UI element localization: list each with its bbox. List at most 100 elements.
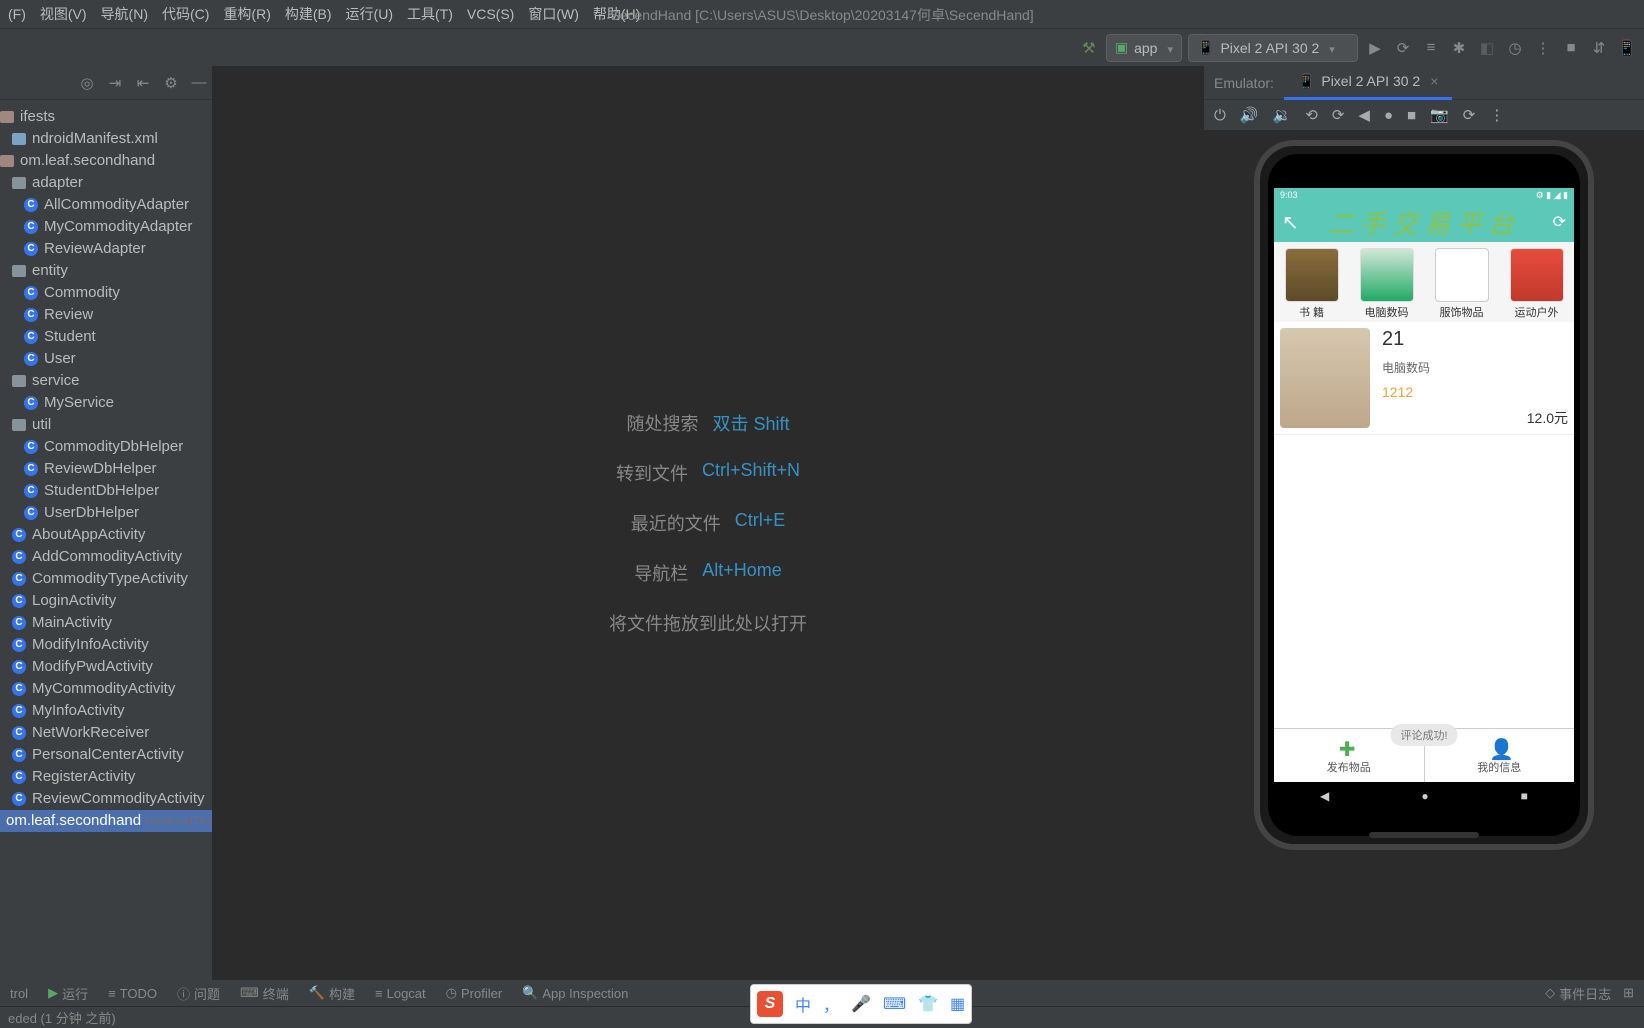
emulator-tab[interactable]: 📱 Pixel 2 API 30 2 × bbox=[1284, 66, 1452, 100]
sys-home-icon[interactable]: ● bbox=[1421, 789, 1428, 803]
ime-voice-icon[interactable]: 🎤 bbox=[851, 994, 871, 1014]
tw-app-inspection[interactable]: 🔍App Inspection bbox=[522, 985, 628, 1001]
screenshot-icon[interactable]: 📷 bbox=[1430, 106, 1449, 124]
tw-layout[interactable]: ⊞ bbox=[1623, 985, 1634, 1001]
menu-build[interactable]: 构建(B) bbox=[285, 4, 332, 24]
tree-node[interactable]: CLoginActivity bbox=[0, 590, 212, 612]
ime-punct-icon[interactable]: ， bbox=[823, 992, 839, 1016]
tree-node[interactable]: CReview bbox=[0, 304, 212, 326]
coverage-icon[interactable]: ◧ bbox=[1476, 37, 1498, 59]
profile-icon[interactable]: ◷ bbox=[1504, 37, 1526, 59]
more-icon[interactable]: ⋮ bbox=[1489, 106, 1504, 124]
debug-icon[interactable]: ✱ bbox=[1448, 37, 1470, 59]
volume-down-icon[interactable]: 🔉 bbox=[1273, 106, 1292, 124]
sys-overview-icon[interactable]: ■ bbox=[1521, 789, 1528, 803]
back-icon[interactable]: ◀ bbox=[1358, 106, 1370, 124]
sys-back-icon[interactable]: ◀ bbox=[1320, 789, 1329, 803]
menu-refactor[interactable]: 重构(R) bbox=[223, 4, 270, 24]
tree-node[interactable]: om.leaf.secondhand bbox=[0, 150, 212, 172]
tree-node[interactable]: CMyCommodityAdapter bbox=[0, 216, 212, 238]
tw-problems[interactable]: ⓘ问题 bbox=[177, 984, 220, 1003]
tree-node[interactable]: CRegisterActivity bbox=[0, 766, 212, 788]
sync-icon[interactable]: ⇵ bbox=[1588, 37, 1610, 59]
run-icon[interactable]: ▶ bbox=[1364, 37, 1386, 59]
cat-books[interactable]: 书 籍 bbox=[1274, 242, 1349, 322]
run-config-combo[interactable]: ▣ app bbox=[1106, 34, 1182, 62]
tree-node[interactable]: CMyService bbox=[0, 392, 212, 414]
reload-icon[interactable]: ⟳ bbox=[1463, 106, 1476, 124]
ime-skin-icon[interactable]: 👕 bbox=[918, 994, 938, 1014]
tree-node[interactable]: CPersonalCenterActivity bbox=[0, 744, 212, 766]
tree-node[interactable]: CModifyPwdActivity bbox=[0, 656, 212, 678]
tree-node[interactable]: ndroidManifest.xml bbox=[0, 128, 212, 150]
volume-up-icon[interactable]: 🔊 bbox=[1240, 106, 1259, 124]
apply-code-icon[interactable]: ≡ bbox=[1420, 37, 1442, 59]
menu-tools[interactable]: 工具(T) bbox=[407, 4, 453, 24]
device-combo[interactable]: 📱 Pixel 2 API 30 2 bbox=[1188, 34, 1358, 62]
overview-icon[interactable]: ■ bbox=[1407, 107, 1416, 124]
cat-clothing[interactable]: 服饰物品 bbox=[1424, 242, 1499, 322]
tree-node[interactable]: CCommodity bbox=[0, 282, 212, 304]
tw-version-control[interactable]: trol bbox=[10, 986, 28, 1001]
menu-view[interactable]: 视图(V) bbox=[40, 4, 87, 24]
hide-icon[interactable]: — bbox=[190, 74, 208, 91]
tw-profiler[interactable]: ◷Profiler bbox=[446, 985, 503, 1001]
tw-terminal[interactable]: ⌨终端 bbox=[240, 984, 289, 1003]
menu-window[interactable]: 窗口(W) bbox=[528, 4, 579, 24]
menu-run[interactable]: 运行(U) bbox=[346, 4, 393, 24]
expand-icon[interactable]: ⇤ bbox=[134, 74, 152, 92]
target-icon[interactable]: ◎ bbox=[78, 74, 96, 92]
tree-node[interactable]: CUserDbHelper bbox=[0, 502, 212, 524]
rotate-right-icon[interactable]: ⟳ bbox=[1332, 106, 1345, 124]
apply-changes-icon[interactable]: ⟳ bbox=[1392, 37, 1414, 59]
tree-node[interactable]: CMyCommodityActivity bbox=[0, 678, 212, 700]
home-icon[interactable]: ● bbox=[1384, 107, 1393, 124]
tree-node[interactable]: ifests bbox=[0, 106, 212, 128]
refresh-icon[interactable]: ⟳ bbox=[1553, 212, 1566, 232]
menu-code[interactable]: 代码(C) bbox=[162, 4, 209, 24]
avd-icon[interactable]: 📱 bbox=[1616, 37, 1638, 59]
settings-icon[interactable]: ⚙ bbox=[162, 74, 180, 92]
tree-node[interactable]: CCommodityDbHelper bbox=[0, 436, 212, 458]
tree-node[interactable]: CStudent bbox=[0, 326, 212, 348]
tw-logcat[interactable]: ≡Logcat bbox=[375, 986, 426, 1001]
tree-node[interactable]: om.leaf.secondhand (androidTest) bbox=[0, 810, 212, 832]
tree-node[interactable]: CAllCommodityAdapter bbox=[0, 194, 212, 216]
tree-node[interactable]: CReviewCommodityActivity bbox=[0, 788, 212, 810]
app-screen[interactable]: 9:03 ⚙ ▮ ◢ ▮ ↖ 二手交易平台 ⟳ 书 籍 电脑数码 服饰物品 bbox=[1274, 188, 1574, 782]
collapse-icon[interactable]: ⇥ bbox=[106, 74, 124, 92]
power-icon[interactable]: ⏻ bbox=[1214, 107, 1226, 124]
cat-sports[interactable]: 运动户外 bbox=[1499, 242, 1574, 322]
tree-node[interactable]: CModifyInfoActivity bbox=[0, 634, 212, 656]
tree-node[interactable]: CAboutAppActivity bbox=[0, 524, 212, 546]
rotate-left-icon[interactable]: ⟲ bbox=[1305, 106, 1318, 124]
tree-node[interactable]: entity bbox=[0, 260, 212, 282]
menu-nav[interactable]: 导航(N) bbox=[101, 4, 148, 24]
ime-bar[interactable]: S 中 ， 🎤 ⌨ 👕 ▦ bbox=[750, 984, 972, 1024]
ime-lang[interactable]: 中 bbox=[795, 992, 811, 1016]
close-icon[interactable]: × bbox=[1430, 73, 1438, 89]
tw-todo[interactable]: ≡TODO bbox=[108, 986, 157, 1001]
tw-run[interactable]: ▶运行 bbox=[48, 984, 88, 1003]
tw-event-log[interactable]: ◇事件日志 bbox=[1545, 984, 1611, 1003]
item-row[interactable]: 21 电脑数码 1212 12.0元 bbox=[1274, 322, 1574, 435]
tree-node[interactable]: util bbox=[0, 414, 212, 436]
tree-node[interactable]: service bbox=[0, 370, 212, 392]
tree-node[interactable]: CNetWorkReceiver bbox=[0, 722, 212, 744]
hammer-icon[interactable]: ⚒ bbox=[1078, 37, 1100, 59]
project-tree[interactable]: ifestsndroidManifest.xmlom.leaf.secondha… bbox=[0, 100, 212, 980]
tree-node[interactable]: CAddCommodityActivity bbox=[0, 546, 212, 568]
attach-icon[interactable]: ⋮ bbox=[1532, 37, 1554, 59]
tree-node[interactable]: CReviewDbHelper bbox=[0, 458, 212, 480]
ime-keyboard-icon[interactable]: ⌨ bbox=[883, 994, 906, 1014]
menu-vcs[interactable]: VCS(S) bbox=[467, 6, 514, 22]
tree-node[interactable]: CReviewAdapter bbox=[0, 238, 212, 260]
tree-node[interactable]: CMyInfoActivity bbox=[0, 700, 212, 722]
stop-icon[interactable]: ■ bbox=[1560, 37, 1582, 59]
tree-node[interactable]: CCommodityTypeActivity bbox=[0, 568, 212, 590]
tree-node[interactable]: CStudentDbHelper bbox=[0, 480, 212, 502]
ime-toolbox-icon[interactable]: ▦ bbox=[950, 994, 965, 1014]
cat-digital[interactable]: 电脑数码 bbox=[1349, 242, 1424, 322]
tree-node[interactable]: CUser bbox=[0, 348, 212, 370]
tw-build[interactable]: 🔨构建 bbox=[309, 984, 355, 1003]
